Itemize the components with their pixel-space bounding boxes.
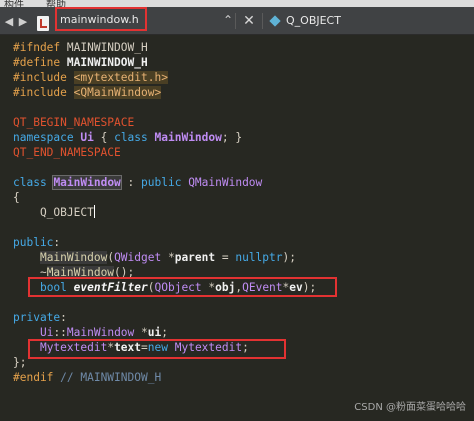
code-line-15: private:	[13, 311, 67, 324]
code-line-18: };	[13, 356, 27, 369]
highlight-box-mytextedit	[28, 339, 286, 359]
text-cursor	[93, 205, 95, 218]
close-document-icon[interactable]: ✕	[240, 12, 258, 30]
code-line-10: Q_OBJECT	[13, 205, 95, 219]
code-line-12: MainWindow(QWidget *parent = nullptr);	[39, 251, 296, 264]
chevron-down-icon[interactable]: ⌃	[223, 13, 233, 27]
open-documents-combo[interactable]: mainwindow.h	[55, 7, 147, 31]
code-line-11: public:	[13, 236, 61, 249]
highlight-box-eventfilter	[28, 277, 337, 297]
menu-item-build[interactable]: 构件	[4, 0, 24, 7]
menu-item-help[interactable]: 帮助	[46, 0, 66, 7]
class-symbol-icon	[269, 15, 281, 27]
code-line-2: #define MAINWINDOW_H	[13, 56, 148, 69]
code-line-6: namespace Ui { class MainWindow; }	[13, 131, 243, 144]
code-editor[interactable]: #ifndef MAINWINDOW_H #define MAINWINDOW_…	[0, 36, 474, 421]
code-line-16: Ui::MainWindow *ui;	[39, 326, 168, 339]
code-line-1: #ifndef MAINWINDOW_H	[13, 41, 148, 54]
code-line-7: QT_END_NAMESPACE	[13, 146, 121, 159]
menu-bar: 构件 帮助	[0, 0, 474, 7]
code-line-19: #endif // MAINWINDOW_H	[13, 371, 162, 384]
toolbar-divider	[262, 13, 263, 29]
code-line-5: QT_BEGIN_NAMESPACE	[13, 116, 135, 129]
header-file-icon	[37, 16, 49, 31]
watermark: CSDN @粉面菜蛋哈哈哈	[354, 402, 466, 413]
code-line-3: #include <mytextedit.h>	[13, 71, 168, 84]
code-line-4: #include <QMainWindow>	[13, 86, 162, 99]
symbol-combo[interactable]: Q_OBJECT	[286, 14, 341, 27]
code-line-8: class MainWindow : public QMainWindow	[13, 175, 263, 190]
document-toolbar: ◀ ▶ mainwindow.h ⌃ ✕ Q_OBJECT	[0, 7, 474, 35]
code-line-9: {	[13, 191, 20, 204]
forward-arrow-icon[interactable]: ▶	[16, 7, 30, 35]
back-arrow-icon[interactable]: ◀	[2, 7, 16, 35]
toolbar-divider	[235, 13, 236, 29]
